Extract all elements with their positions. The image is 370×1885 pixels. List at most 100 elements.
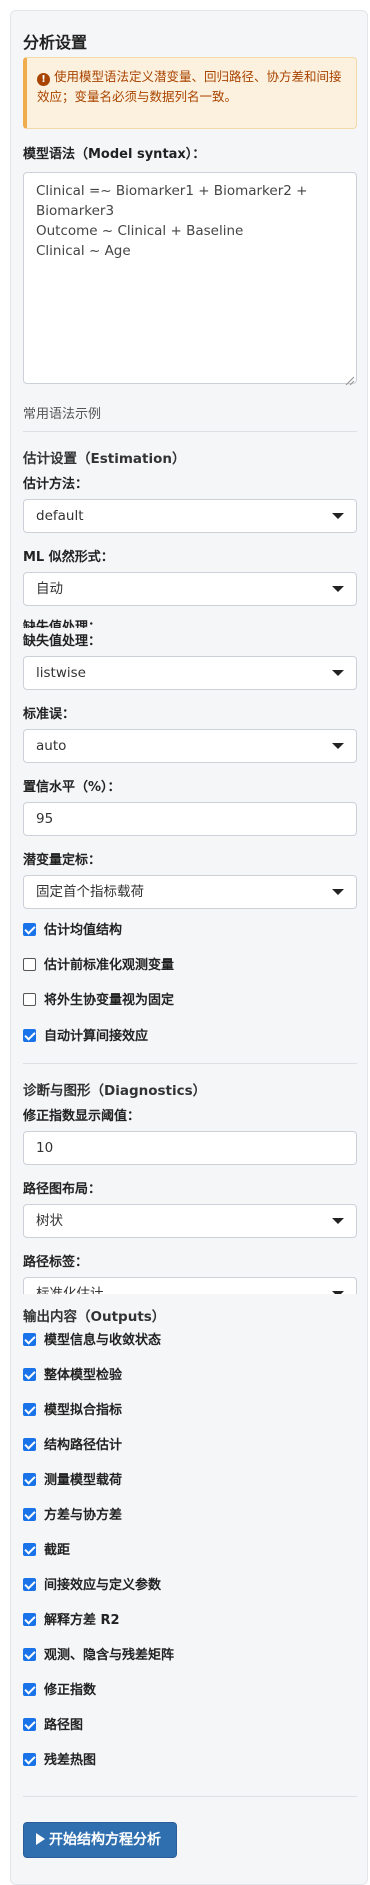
checkbox-label: 截距 — [44, 1543, 71, 1558]
checkbox-label: 测量模型载荷 — [44, 1473, 123, 1488]
latent-scaling-select[interactable]: 固定首个指标载荷 — [23, 875, 357, 909]
mi-threshold-input[interactable]: 10 — [23, 1131, 357, 1165]
checkbox-checked-icon[interactable] — [23, 1718, 36, 1731]
chevron-down-icon — [332, 889, 344, 895]
ml-form-label: ML 似然形式： — [23, 550, 114, 565]
fixed-x-checkbox[interactable]: 将外生协变量视为固定 — [23, 992, 174, 1010]
checkbox-label: 路径图 — [44, 1718, 84, 1733]
missing-select[interactable]: listwise — [23, 656, 357, 690]
outputs-section-title: 输出内容（Outputs） — [23, 1309, 166, 1325]
indirect-checkbox[interactable]: 自动计算间接效应 — [23, 1028, 148, 1046]
divider — [23, 431, 357, 432]
checkbox-unchecked-icon[interactable] — [23, 993, 36, 1006]
model-syntax-label: 模型语法（Model syntax）： — [23, 147, 206, 162]
output-checkbox[interactable]: 间接效应与定义参数 — [23, 1577, 161, 1595]
divider — [23, 1063, 357, 1064]
output-checkbox[interactable]: 模型信息与收敛状态 — [23, 1332, 161, 1350]
checkbox-label: 整体模型检验 — [44, 1368, 123, 1383]
output-checkbox[interactable]: 修正指数 — [23, 1682, 96, 1700]
checkbox-label: 模型拟合指标 — [44, 1403, 123, 1418]
analysis-settings-panel: 分析设置 ! 使用模型语法定义潜变量、回归路径、协方差和间接效应；变量名必须与数据… — [10, 10, 368, 1885]
checkbox-checked-icon[interactable] — [23, 1683, 36, 1696]
latent-scaling-label: 潜变量定标： — [23, 853, 102, 868]
ci-label: 置信水平（%）： — [23, 780, 121, 795]
info-icon: ! — [37, 73, 50, 86]
clipped-label: 缺失值处理： — [23, 620, 102, 628]
output-checkbox[interactable]: 残差热图 — [23, 1752, 96, 1770]
checkbox-checked-icon[interactable] — [23, 1543, 36, 1556]
chevron-down-icon — [332, 513, 344, 519]
checkbox-label: 残差热图 — [44, 1753, 97, 1768]
run-sem-button[interactable]: 开始结构方程分析 — [23, 1822, 177, 1858]
ci-input[interactable]: 95 — [23, 802, 357, 836]
checkbox-checked-icon[interactable] — [23, 1578, 36, 1591]
checkbox-label: 估计前标准化观测变量 — [44, 958, 175, 973]
checkbox-checked-icon[interactable] — [23, 1753, 36, 1766]
latent-scaling-value: 固定首个指标载荷 — [36, 884, 144, 900]
output-checkbox[interactable]: 结构路径估计 — [23, 1437, 122, 1455]
checkbox-label: 观测、隐含与残差矩阵 — [44, 1648, 175, 1663]
panel-title: 分析设置 — [23, 33, 88, 52]
play-icon — [36, 1833, 45, 1845]
chevron-down-icon — [332, 743, 344, 749]
checkbox-label: 解释方差 R2 — [44, 1613, 120, 1628]
chevron-down-icon — [332, 670, 344, 676]
checkbox-checked-icon[interactable] — [23, 1508, 36, 1521]
output-checkbox[interactable]: 解释方差 R2 — [23, 1612, 120, 1630]
edge-label-value: 标准化估计 — [36, 1286, 104, 1294]
checkbox-checked-icon[interactable] — [23, 1473, 36, 1486]
missing-label: 缺失值处理： — [23, 634, 102, 649]
path-layout-value: 树状 — [36, 1213, 63, 1229]
checkbox-checked-icon[interactable] — [23, 1438, 36, 1451]
se-label: 标准误： — [23, 707, 76, 722]
estimator-select[interactable]: default — [23, 499, 357, 533]
estimator-value: default — [36, 508, 84, 524]
checkbox-checked-icon[interactable] — [23, 1648, 36, 1661]
output-checkbox[interactable]: 观测、隐含与残差矩阵 — [23, 1647, 174, 1665]
resize-grip-icon[interactable] — [345, 371, 355, 386]
se-value: auto — [36, 738, 67, 754]
missing-value: listwise — [36, 665, 86, 681]
checkbox-checked-icon[interactable] — [23, 1333, 36, 1346]
output-checkbox[interactable]: 测量模型载荷 — [23, 1472, 122, 1490]
diagnostics-section-title: 诊断与图形（Diagnostics） — [23, 1083, 207, 1099]
model-syntax-textarea[interactable]: Clinical =~ Biomarker1 + Biomarker2 + Bi… — [23, 172, 357, 384]
checkbox-label: 修正指数 — [44, 1683, 97, 1698]
checkbox-label: 间接效应与定义参数 — [44, 1578, 162, 1593]
standardize-checkbox[interactable]: 估计前标准化观测变量 — [23, 957, 174, 975]
estimation-section-title: 估计设置（Estimation） — [23, 451, 186, 467]
output-checkbox[interactable]: 路径图 — [23, 1717, 83, 1735]
edge-label-label: 路径标签： — [23, 1255, 89, 1270]
checkbox-checked-icon[interactable] — [23, 1403, 36, 1416]
chevron-down-icon — [332, 586, 344, 592]
checkbox-checked-icon[interactable] — [23, 1029, 36, 1042]
ml-form-select[interactable]: 自动 — [23, 572, 357, 606]
output-checkbox[interactable]: 截距 — [23, 1542, 70, 1560]
checkbox-checked-icon[interactable] — [23, 1613, 36, 1626]
syntax-examples-link[interactable]: 常用语法示例 — [23, 403, 101, 422]
path-layout-select[interactable]: 树状 — [23, 1204, 357, 1238]
mi-threshold-label: 修正指数显示阈值： — [23, 1109, 141, 1124]
checkbox-checked-icon[interactable] — [23, 923, 36, 936]
chevron-down-icon — [332, 1218, 344, 1224]
meanstructure-checkbox[interactable]: 估计均值结构 — [23, 922, 122, 940]
checkbox-label: 方差与协方差 — [44, 1508, 123, 1523]
edge-label-select[interactable]: 标准化估计 — [23, 1277, 357, 1294]
checkbox-label: 自动计算间接效应 — [44, 1029, 149, 1044]
checkbox-label: 结构路径估计 — [44, 1438, 123, 1453]
checkbox-label: 将外生协变量视为固定 — [44, 993, 175, 1008]
output-checkbox[interactable]: 整体模型检验 — [23, 1367, 122, 1385]
estimator-label: 估计方法： — [23, 477, 89, 492]
path-layout-label: 路径图布局： — [23, 1182, 102, 1197]
output-checkbox[interactable]: 方差与协方差 — [23, 1507, 122, 1525]
output-checkbox[interactable]: 模型拟合指标 — [23, 1402, 122, 1420]
checkbox-checked-icon[interactable] — [23, 1368, 36, 1381]
ml-form-value: 自动 — [36, 581, 63, 597]
alert-text: 使用模型语法定义潜变量、回归路径、协方差和间接效应；变量名必须与数据列名一致。 — [37, 69, 342, 104]
divider — [23, 1796, 357, 1797]
run-button-label: 开始结构方程分析 — [49, 1832, 161, 1848]
checkbox-label: 估计均值结构 — [44, 923, 123, 938]
se-select[interactable]: auto — [23, 729, 357, 763]
checkbox-label: 模型信息与收敛状态 — [44, 1333, 162, 1348]
checkbox-unchecked-icon[interactable] — [23, 958, 36, 971]
